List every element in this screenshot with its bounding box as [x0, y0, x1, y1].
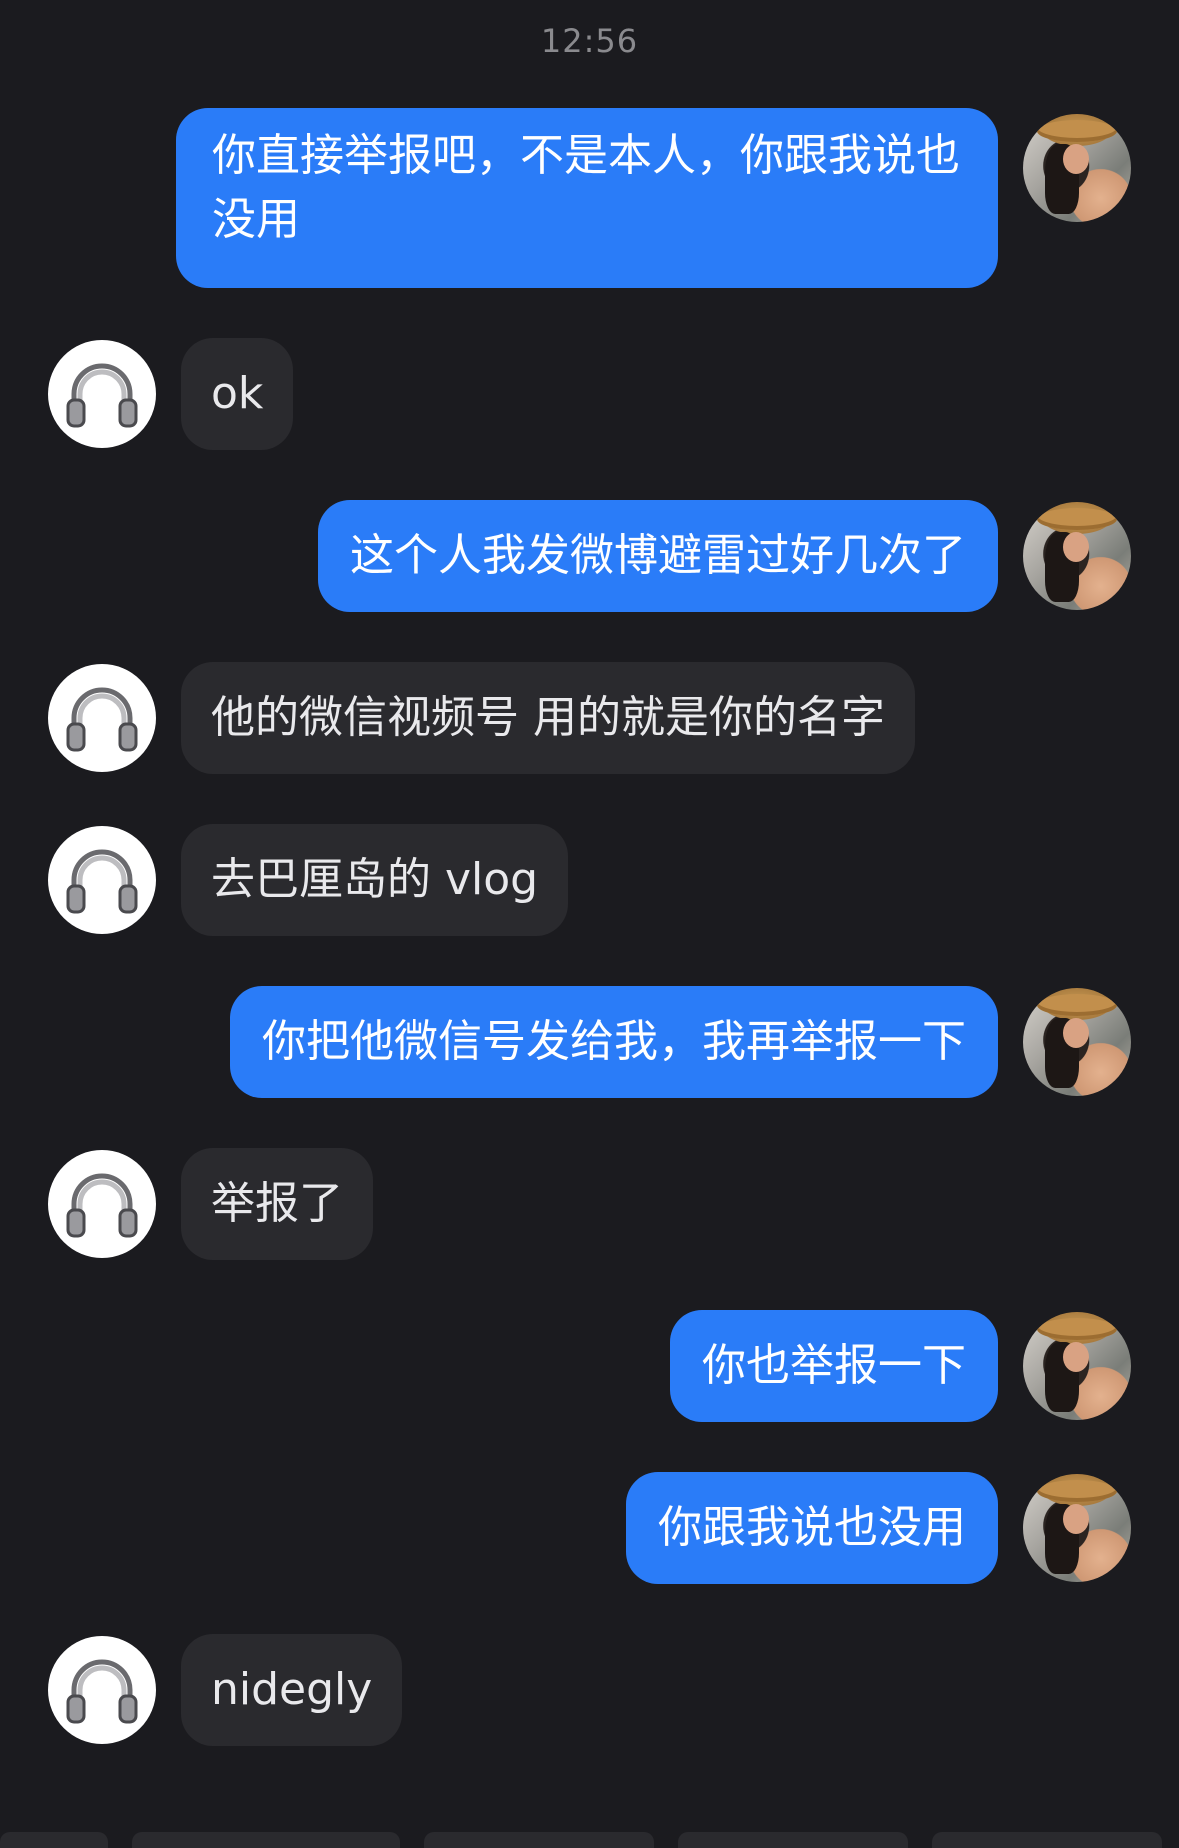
- profile-photo-avatar[interactable]: [1023, 988, 1131, 1096]
- cut-off-quick-reply-bar: [0, 1832, 1179, 1848]
- headphones-icon: [66, 1173, 138, 1238]
- profile-photo-avatar[interactable]: [1023, 114, 1131, 222]
- incoming-message-bubble[interactable]: nidegly: [181, 1634, 403, 1746]
- headphones-icon: [66, 1659, 138, 1724]
- headphones-icon: [66, 363, 138, 428]
- headphones-icon-avatar[interactable]: [48, 826, 156, 934]
- outgoing-message-bubble[interactable]: 你也举报一下: [670, 1310, 998, 1422]
- incoming-message-bubble[interactable]: ok: [181, 338, 294, 450]
- profile-photo-avatar[interactable]: [1023, 1474, 1131, 1582]
- outgoing-message-bubble[interactable]: 你直接举报吧，不是本人，你跟我说也没用: [176, 108, 998, 288]
- headphones-icon-avatar[interactable]: [48, 1150, 156, 1258]
- profile-photo-avatar[interactable]: [1023, 1312, 1131, 1420]
- profile-photo-avatar[interactable]: [1023, 502, 1131, 610]
- headphones-icon: [66, 687, 138, 752]
- outgoing-message-bubble[interactable]: 你把他微信号发给我，我再举报一下: [230, 986, 998, 1098]
- outgoing-message-bubble[interactable]: 你跟我说也没用: [626, 1472, 998, 1584]
- message-timestamp: 12:56: [540, 22, 639, 60]
- headphones-icon-avatar[interactable]: [48, 340, 156, 448]
- incoming-message-bubble[interactable]: 去巴厘岛的 vlog: [181, 824, 569, 936]
- incoming-message-bubble[interactable]: 举报了: [181, 1148, 373, 1260]
- incoming-message-bubble[interactable]: 他的微信视频号 用的就是你的名字: [181, 662, 915, 774]
- headphones-icon-avatar[interactable]: [48, 664, 156, 772]
- outgoing-message-bubble[interactable]: 这个人我发微博避雷过好几次了: [318, 500, 998, 612]
- headphones-icon: [66, 849, 138, 914]
- headphones-icon-avatar[interactable]: [48, 1636, 156, 1744]
